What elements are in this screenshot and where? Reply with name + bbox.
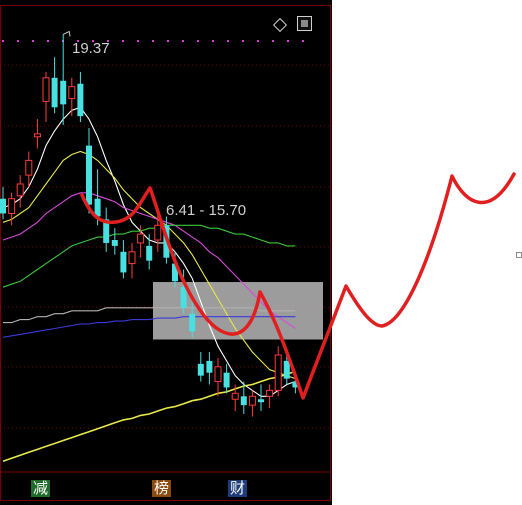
candle-body-up (154, 224, 162, 241)
price-range-box (153, 282, 323, 340)
reference-dot (2, 40, 4, 42)
candle-body-down (206, 360, 213, 373)
candle-body-up (42, 77, 50, 102)
reference-dot (122, 40, 124, 42)
tag-financial-report[interactable]: 财 (228, 480, 248, 497)
tag-rank-list[interactable]: 榜 (152, 480, 172, 497)
reference-dot (227, 40, 229, 42)
candle-body-down (103, 219, 110, 243)
candle-body-down (180, 287, 187, 308)
candle-body-up (16, 183, 24, 197)
candle-body-down (197, 363, 204, 376)
reference-dot (47, 40, 49, 42)
candle-body-up (274, 354, 282, 391)
candle-body-up (231, 392, 239, 400)
reference-dot (287, 40, 289, 42)
window-toggle-icon[interactable] (297, 16, 312, 31)
reference-dot (137, 40, 139, 42)
candle-body-down (51, 77, 58, 108)
reference-dot (167, 40, 169, 42)
candle-body-up (128, 251, 136, 265)
reference-dot (152, 40, 154, 42)
reference-dot (197, 40, 199, 42)
reference-dot (257, 40, 259, 42)
range-price-label: 6.41 - 15.70 (166, 202, 247, 219)
candle-body-down (146, 245, 153, 261)
reference-dot (302, 40, 304, 42)
reference-dot (182, 40, 184, 42)
chart-stage: 19.37 6.41 - 15.70 减 榜 财 (0, 0, 522, 505)
candle-body-down (94, 198, 101, 217)
kline-chart-panel[interactable]: 19.37 6.41 - 15.70 减 榜 财 (0, 0, 332, 505)
candle-body-up (137, 233, 145, 244)
candle-body-down (77, 83, 84, 117)
candle-body-up (33, 133, 41, 138)
diamond-icon[interactable] (272, 17, 287, 32)
tag-reduce-holding[interactable]: 减 (31, 480, 51, 497)
candle-body-down (189, 313, 196, 332)
candle-body-up (68, 86, 76, 99)
peak-leader-line (62, 30, 71, 37)
moving-average-line-6 (2, 370, 296, 462)
candle-body-down (111, 240, 118, 246)
candle-body-down (283, 360, 290, 379)
reference-dot (272, 40, 274, 42)
peak-price-label: 19.37 (72, 40, 110, 57)
candle-body-down (172, 263, 178, 282)
candle-body-down (60, 80, 67, 105)
candle-body-down (240, 396, 247, 406)
candle-body-up (248, 395, 256, 406)
reference-dot (17, 40, 19, 42)
candle-body-up (8, 198, 16, 214)
reference-dot (32, 40, 34, 42)
candle-body-down (292, 381, 299, 388)
reference-dot (242, 40, 244, 42)
candle-body-up (266, 389, 274, 397)
reference-dot (212, 40, 214, 42)
resize-handle[interactable] (516, 252, 522, 258)
candle-body-down (86, 145, 92, 205)
kline-chart-svg (0, 5, 331, 501)
candle-body-up (25, 159, 33, 176)
candle-body-down (163, 225, 170, 258)
candle-body-down (0, 198, 6, 214)
candle-body-down (223, 372, 230, 388)
candle-body-down (120, 251, 127, 273)
candle-body-up (214, 366, 222, 383)
candle-body-down (258, 399, 264, 403)
